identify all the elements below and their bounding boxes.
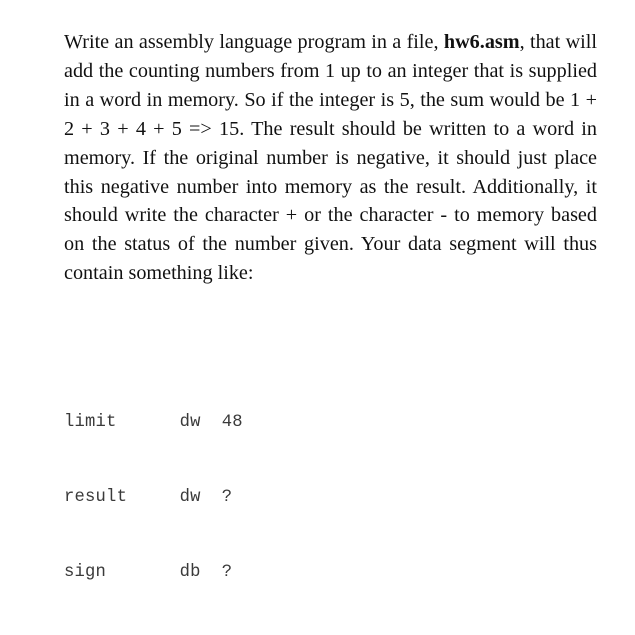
code-line: sign db ? (64, 563, 233, 582)
paragraph-segment-1: Write an assembly language program in a … (64, 31, 444, 53)
filename-hw6-asm: hw6.asm (443, 31, 520, 53)
document-page: Write an assembly language program in a … (0, 0, 635, 582)
paragraph-segment-2: , that will add the counting numbers fro… (64, 31, 597, 285)
assignment-paragraph: Write an assembly language program in a … (64, 28, 597, 288)
data-segment-code-block: limit dw 48 result dw ? sign db ? (64, 360, 243, 635)
code-line: result dw ? (64, 488, 233, 507)
code-line: limit dw 48 (64, 413, 243, 432)
